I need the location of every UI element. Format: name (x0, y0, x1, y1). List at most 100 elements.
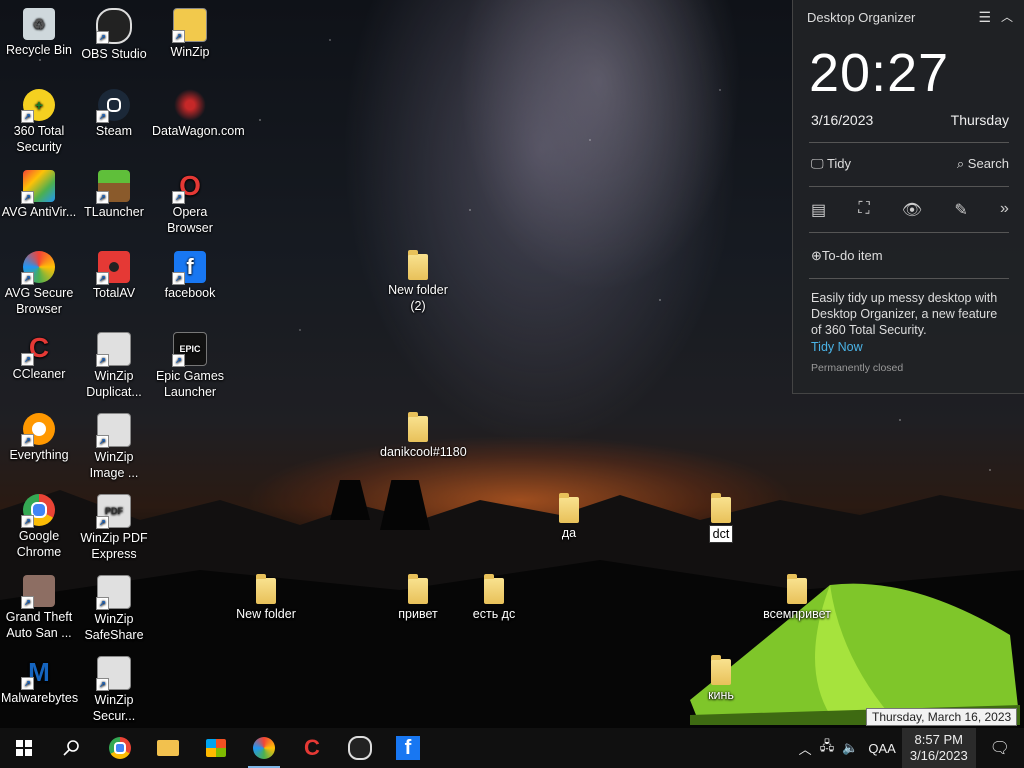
desktop-folder-dct[interactable]: dct (683, 493, 759, 543)
organizer-title: Desktop Organizer (807, 10, 916, 25)
folder-icon (408, 574, 428, 604)
desktop-icon-winzip-duplicate[interactable]: ↗ WinZip Duplicat... (76, 332, 152, 400)
double-chevron-right-icon[interactable]: » (1000, 200, 1009, 220)
organizer-date: 3/16/2023 (811, 112, 874, 128)
desktop-icon-malwarebytes[interactable]: M ↗ Malwarebytes (1, 656, 78, 706)
store-icon (206, 739, 226, 757)
taskbar-clock[interactable]: 8:57 PM 3/16/2023 (901, 728, 976, 768)
folder-icon (711, 655, 731, 685)
avg-secure-browser-icon: ↗ (21, 251, 55, 285)
notes-icon[interactable]: ▤ (811, 200, 826, 220)
desktop-icon-steam[interactable]: ↗ Steam (76, 89, 152, 139)
organizer-toolbar: ▤ ⛶ 👁 ✎ » (811, 200, 1009, 220)
tidy-button[interactable]: 🖵 Tidy (811, 156, 851, 172)
desktop-folder-est-ds[interactable]: есть дс (456, 574, 532, 622)
desktop-folder-vsemprivet[interactable]: всемпривет (759, 574, 835, 622)
desktop-icon-winzip-image[interactable]: ↗ WinZip Image ... (76, 413, 152, 481)
desktop-folder-new-folder[interactable]: New folder (228, 574, 304, 622)
eye-icon[interactable]: 👁 (902, 200, 922, 220)
input-language[interactable]: QAA (862, 741, 901, 756)
clock-date: 3/16/2023 (909, 748, 968, 763)
divider (809, 232, 1009, 233)
desktop-folder-da[interactable]: да (531, 493, 607, 541)
chrome-icon (109, 737, 131, 759)
folder-icon (787, 574, 807, 604)
desktop-icon-avg-antivirus[interactable]: ↗ AVG AntiVir... (1, 170, 77, 220)
desktop-icon-tlauncher[interactable]: ↗ TLauncher (76, 170, 152, 220)
permanently-closed-link[interactable]: Permanently closed (811, 362, 903, 374)
desktop-icon-totalav[interactable]: ↗ TotalAV (76, 251, 152, 301)
obs-studio-icon: ↗ (96, 8, 132, 44)
ccleaner-icon: C (304, 735, 320, 760)
ccleaner-icon: C ↗ (21, 332, 55, 366)
winzip-image-icon: ↗ (96, 413, 131, 448)
tidy-now-link[interactable]: Tidy Now (811, 340, 863, 354)
desktop-icon-google-chrome[interactable]: ↗ Google Chrome (1, 494, 77, 560)
search-icon: ⌕ (956, 156, 965, 171)
desktop-icon-facebook[interactable]: f ↗ facebook (152, 251, 228, 301)
taskbar-chrome[interactable] (96, 728, 144, 768)
search-button[interactable]: ⌕ Search (957, 156, 1009, 172)
divider (809, 186, 1009, 187)
edit-icon[interactable]: ✎ (954, 200, 967, 220)
divider (809, 142, 1009, 143)
desktop-icon-ccleaner[interactable]: C ↗ CCleaner (1, 332, 77, 382)
notification-icon[interactable]: 🗨 (976, 738, 1024, 758)
desktop-icon-datawagon[interactable]: DataWagon.com (152, 89, 245, 139)
start-button[interactable] (0, 728, 48, 768)
everything-icon: ↗ (21, 413, 55, 447)
desktop-icon-winzip-safeshare[interactable]: ↗ WinZip SafeShare (76, 575, 152, 643)
winzip-duplicate-icon: ↗ (96, 332, 131, 367)
opera-icon: O ↗ (172, 170, 206, 204)
winzip-pdf-icon: PDF ↗ (96, 494, 131, 529)
todo-item-button[interactable]: ⊕To-do item (811, 248, 883, 264)
taskbar-ccleaner[interactable]: C (288, 728, 336, 768)
divider (809, 278, 1009, 279)
folder-icon (256, 574, 276, 604)
desktop-icon-opera[interactable]: O ↗ Opera Browser (152, 170, 228, 236)
folder-icon (408, 412, 428, 442)
system-tray: ︿ 🖧 🔈 QAA 8:57 PM 3/16/2023 🗨 (795, 728, 1024, 768)
monitor-icon: 🖵 (811, 156, 824, 171)
crop-icon[interactable]: ⛶ (858, 200, 869, 220)
chevron-up-icon[interactable]: ︿ (795, 739, 816, 758)
desktop-folder-new-folder-2[interactable]: New folder (2) (380, 250, 456, 314)
tlauncher-icon: ↗ (96, 170, 130, 204)
desktop-icon-recycle-bin[interactable]: ♻ Recycle Bin (1, 8, 77, 58)
datawagon-icon (174, 89, 206, 121)
taskbar-search-button[interactable] (48, 728, 96, 768)
desktop-icon-gta[interactable]: ↗ Grand Theft Auto San ... (1, 575, 77, 641)
desktop-icon-winzip-secure[interactable]: ↗ WinZip Secur... (76, 656, 152, 724)
desktop-icon-epic-games[interactable]: EPIC ↗ Epic Games Launcher (152, 332, 228, 400)
taskbar-file-explorer[interactable] (144, 728, 192, 768)
desktop-folder-danikcool[interactable]: danikcool#1180 (380, 412, 467, 460)
obs-studio-icon (348, 736, 372, 760)
taskbar-microsoft-store[interactable] (192, 728, 240, 768)
taskbar-obs-studio[interactable] (336, 728, 384, 768)
desktop-icon-obs-studio[interactable]: ↗ OBS Studio (76, 8, 152, 62)
network-icon[interactable]: 🖧 (816, 737, 839, 759)
folder-icon (408, 250, 428, 280)
chevron-up-icon[interactable]: ︿ (1001, 8, 1013, 25)
desktop-folder-kin[interactable]: кинь (683, 655, 759, 703)
avg-secure-browser-icon (253, 737, 275, 759)
chrome-icon: ↗ (21, 494, 55, 528)
desktop-icon-avg-secure-browser[interactable]: ↗ AVG Secure Browser (1, 251, 77, 317)
search-icon (63, 740, 79, 756)
avg-antivirus-icon: ↗ (21, 170, 55, 204)
facebook-icon: f ↗ (172, 251, 206, 285)
desktop-icon-winzip-pdf-express[interactable]: PDF ↗ WinZip PDF Express (76, 494, 152, 562)
winzip-secure-icon: ↗ (96, 656, 131, 691)
hamburger-menu-icon[interactable]: ☰ (978, 9, 991, 26)
desktop-icon-winzip[interactable]: ↗ WinZip (152, 8, 228, 60)
gta-icon: ↗ (21, 575, 55, 609)
volume-icon[interactable]: 🔈 (838, 740, 862, 756)
organizer-time: 20:27 (809, 43, 950, 103)
taskbar-avg-secure-browser[interactable] (240, 728, 288, 768)
totalav-icon: ↗ (96, 251, 130, 285)
malwarebytes-icon: M ↗ (21, 656, 55, 690)
desktop-folder-privet[interactable]: привет (380, 574, 456, 622)
desktop-icon-everything[interactable]: ↗ Everything (1, 413, 77, 463)
taskbar-facebook[interactable]: f (384, 728, 432, 768)
desktop-icon-360-total-security[interactable]: + ↗ 360 Total Security (1, 89, 77, 155)
